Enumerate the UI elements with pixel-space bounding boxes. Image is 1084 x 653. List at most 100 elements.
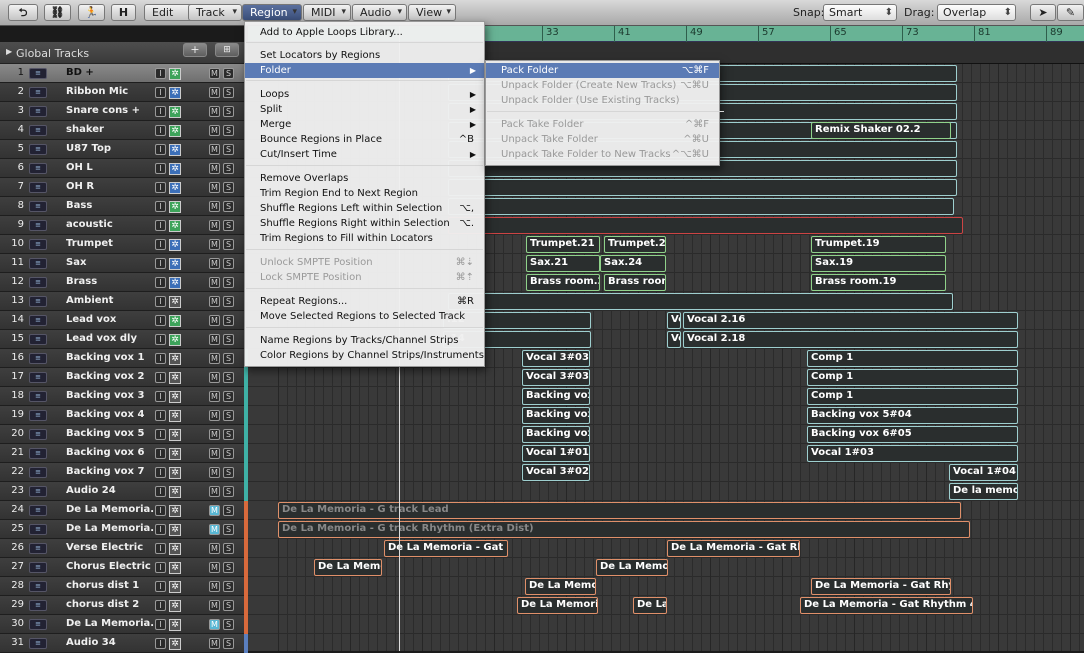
track-header[interactable]: 13 ≡ Ambient I ✲ M S (0, 292, 248, 311)
mute-button[interactable]: M (209, 106, 220, 117)
view-menu[interactable]: View (408, 4, 456, 21)
region[interactable]: De La Memori (314, 559, 382, 576)
mute-button[interactable]: M (209, 296, 220, 307)
mute-button[interactable]: M (209, 505, 220, 516)
mute-button[interactable]: M (209, 429, 220, 440)
input-monitor-button[interactable]: I (155, 619, 166, 630)
solo-button[interactable]: S (223, 353, 234, 364)
region[interactable]: Vo (667, 312, 681, 329)
track-header[interactable]: 27 ≡ Chorus Electric I ✲ M S (0, 558, 248, 577)
mute-button[interactable]: M (209, 220, 220, 231)
solo-button[interactable]: S (223, 277, 234, 288)
menu-item[interactable]: Trim Regions to Fill within Locators (245, 231, 484, 246)
solo-button[interactable]: S (223, 334, 234, 345)
region[interactable]: Sax.19 (811, 255, 946, 272)
region[interactable] (448, 217, 963, 234)
input-monitor-button[interactable]: I (155, 467, 166, 478)
mute-button[interactable]: M (209, 391, 220, 402)
track-header[interactable]: 25 ≡ De La Memoria... I ✲ M S (0, 520, 248, 539)
region[interactable]: Trumpet.19 (811, 236, 946, 253)
menu-item[interactable]: Repeat Regions... ⌘R (245, 294, 484, 309)
input-monitor-button[interactable]: I (155, 372, 166, 383)
track-name[interactable]: De La Memoria... (66, 504, 156, 515)
solo-button[interactable]: S (223, 486, 234, 497)
input-monitor-button[interactable]: I (155, 182, 166, 193)
input-monitor-button[interactable]: I (155, 334, 166, 345)
track-header[interactable]: 28 ≡ chorus dist 1 I ✲ M S (0, 577, 248, 596)
track-header[interactable]: 4 ≡ shaker I ✲ M S (0, 121, 248, 140)
freeze-button[interactable]: ✲ (169, 353, 181, 365)
freeze-button[interactable]: ✲ (169, 638, 181, 650)
region[interactable]: Trumpet.24 (604, 236, 666, 253)
solo-button[interactable]: S (223, 467, 234, 478)
pencil-tool[interactable]: ✎ (1057, 4, 1084, 21)
region[interactable]: De La Memoria - Gat Rhythm 4.9 (800, 597, 973, 614)
region[interactable]: Comp 1 (807, 350, 1018, 367)
track-name[interactable]: Brass (66, 276, 156, 287)
freeze-button[interactable]: ✲ (169, 258, 181, 270)
region[interactable]: Trumpet.21 (526, 236, 600, 253)
input-monitor-button[interactable]: I (155, 220, 166, 231)
freeze-button[interactable]: ✲ (169, 600, 181, 612)
track-header[interactable]: 20 ≡ Backing vox 5 I ✲ M S (0, 425, 248, 444)
solo-button[interactable]: S (223, 619, 234, 630)
input-monitor-button[interactable]: I (155, 258, 166, 269)
region[interactable]: Backing vox 5#04 (807, 407, 1018, 424)
track-name[interactable]: Backing vox 4 (66, 409, 156, 420)
region[interactable]: Brass room.21 (526, 274, 600, 291)
input-monitor-button[interactable]: I (155, 125, 166, 136)
region[interactable]: De La Memoria - Gat Rhythm (811, 578, 951, 595)
track-name[interactable]: De La Memoria... (66, 523, 156, 534)
solo-button[interactable]: S (223, 220, 234, 231)
track-header[interactable]: 17 ≡ Backing vox 2 I ✲ M S (0, 368, 248, 387)
solo-button[interactable]: S (223, 524, 234, 535)
track-lane[interactable] (248, 615, 1084, 634)
track-header[interactable]: 1 ≡ BD + I ✲ M S (0, 64, 248, 83)
region[interactable]: De La Memori (525, 578, 596, 595)
track-name[interactable]: Backing vox 6 (66, 447, 156, 458)
freeze-button[interactable]: ✲ (169, 410, 181, 422)
input-monitor-button[interactable]: I (155, 638, 166, 649)
mute-button[interactable]: M (209, 315, 220, 326)
mute-button[interactable]: M (209, 144, 220, 155)
solo-button[interactable]: S (223, 201, 234, 212)
track-name[interactable]: Chorus Electric (66, 561, 156, 572)
track-name[interactable]: Backing vox 2 (66, 371, 156, 382)
track-header[interactable]: 22 ≡ Backing vox 7 I ✲ M S (0, 463, 248, 482)
freeze-button[interactable]: ✲ (169, 505, 181, 517)
solo-button[interactable]: S (223, 600, 234, 611)
freeze-button[interactable]: ✲ (169, 429, 181, 441)
track-name[interactable]: OH R (66, 181, 156, 192)
mute-button[interactable]: M (209, 87, 220, 98)
solo-button[interactable]: S (223, 163, 234, 174)
region[interactable]: Backing vox 6#05 (807, 426, 1018, 443)
freeze-button[interactable]: ✲ (169, 106, 181, 118)
freeze-button[interactable]: ✲ (169, 315, 181, 327)
menu-item[interactable]: Move Selected Regions to Selected Track (245, 309, 484, 324)
freeze-button[interactable]: ✲ (169, 87, 181, 99)
catch-button[interactable]: 🏃 (78, 4, 105, 21)
track-name[interactable]: Lead vox (66, 314, 156, 325)
mute-button[interactable]: M (209, 467, 220, 478)
track-menu[interactable]: Track (188, 4, 242, 21)
mute-button[interactable]: M (209, 486, 220, 497)
region[interactable]: De La Memoria - (517, 597, 598, 614)
global-tracks-header[interactable]: ▶ Global Tracks + ⊞ (0, 42, 248, 64)
freeze-button[interactable]: ✲ (169, 524, 181, 536)
track-header[interactable]: 9 ≡ acoustic I ✲ M S (0, 216, 248, 235)
track-header[interactable]: 15 ≡ Lead vox dly I ✲ M S (0, 330, 248, 349)
region[interactable]: De la memoria (949, 483, 1018, 500)
solo-button[interactable]: S (223, 315, 234, 326)
menu-item[interactable]: Add to Apple Loops Library... (245, 25, 484, 40)
menu-item[interactable]: Loops ▶ (245, 87, 484, 102)
freeze-button[interactable]: ✲ (169, 201, 181, 213)
track-header[interactable]: 23 ≡ Audio 24 I ✲ M S (0, 482, 248, 501)
track-header[interactable]: 16 ≡ Backing vox 1 I ✲ M S (0, 349, 248, 368)
region[interactable]: Backing vox 5 (522, 407, 590, 424)
back-button[interactable]: ⮌ (8, 4, 38, 21)
track-name[interactable]: Ambient (66, 295, 156, 306)
region-menu[interactable]: Region (242, 4, 302, 21)
region[interactable]: Vocal 1#03 (807, 445, 1018, 462)
track-lane[interactable] (248, 634, 1084, 651)
track-header[interactable]: 8 ≡ Bass I ✲ M S (0, 197, 248, 216)
